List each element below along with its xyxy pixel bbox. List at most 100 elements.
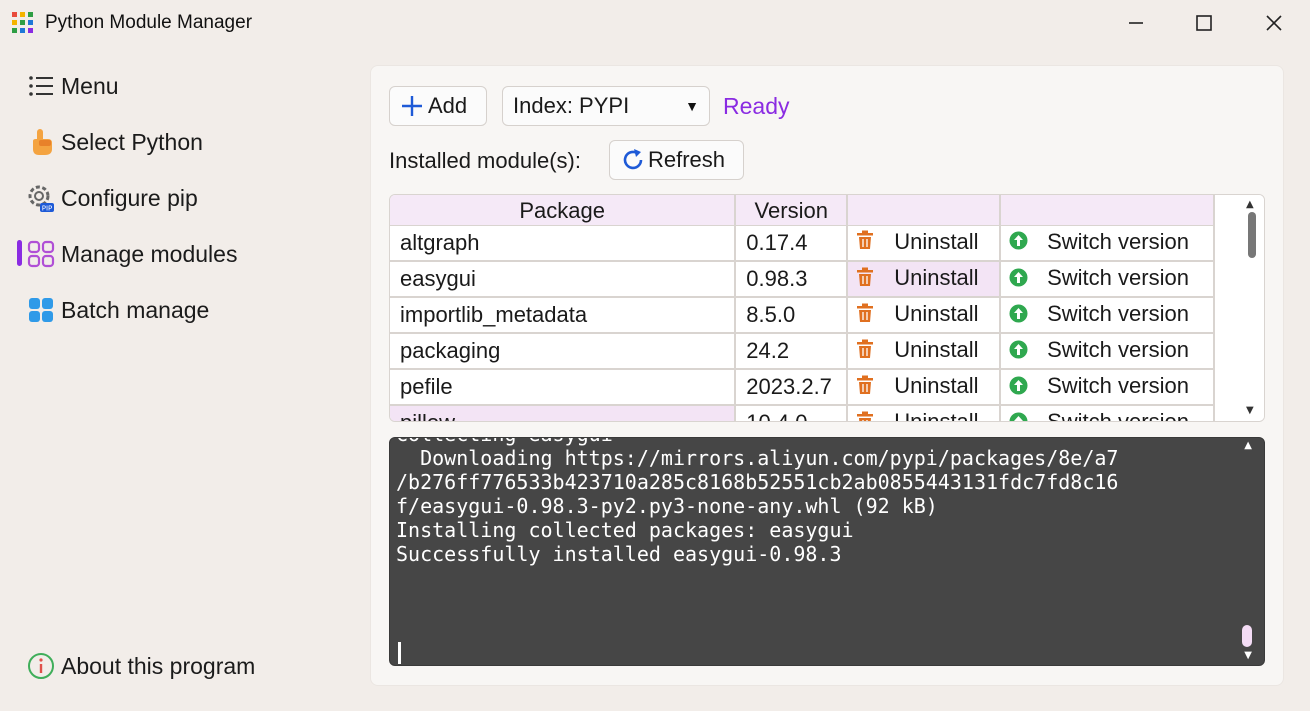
switch-version-button[interactable]: Switch version [1000,225,1215,262]
scroll-up-arrow-icon[interactable]: ▲ [1246,199,1254,210]
cell-package[interactable]: pillow [390,405,737,421]
app-logo-icon [12,12,33,33]
cell-package[interactable]: importlib_metadata [390,297,737,334]
sidebar-item-configure-pip[interactable]: PIP Configure pip [26,178,198,218]
add-button[interactable]: Add [389,86,487,126]
sidebar-item-label: Manage modules [61,240,238,267]
switch-version-button[interactable]: Switch version [1000,297,1215,334]
switch-version-button[interactable]: Switch version [1000,405,1215,421]
index-select[interactable]: Index: PYPI ▼ [502,86,710,126]
trash-icon [856,411,874,421]
switch-version-button[interactable]: Switch version [1000,333,1215,370]
maximize-button[interactable] [1170,0,1238,46]
refresh-button-label: Refresh [648,147,726,172]
output-console[interactable]: Collecting easygui Downloading https://m… [389,437,1265,666]
uninstall-button[interactable]: Uninstall [847,333,1002,370]
table-row[interactable]: easygui 0.98.3 Uninstall Switch version [390,261,1215,298]
dropdown-arrow-icon: ▼ [685,98,699,114]
console-scroll-up-icon[interactable]: ▲ [1244,440,1252,451]
modules-table: Package Version altgraph 0.17.4 Uninstall S… [389,194,1265,422]
cell-version[interactable]: 24.2 [735,333,849,370]
sidebar-item-label: Select Python [61,128,203,155]
index-select-value: Index: PYPI [513,93,630,118]
uninstall-button[interactable]: Uninstall [847,369,1002,406]
uninstall-label: Uninstall [894,229,979,255]
sidebar-item-batch-manage[interactable]: Batch manage [26,290,209,330]
column-header-uninstall [847,195,1002,226]
table-row[interactable]: pefile 2023.2.7 Uninstall Switch version [390,369,1215,406]
maximize-icon [1196,15,1212,31]
column-header-package[interactable]: Package [390,195,737,226]
title-bar: Python Module Manager [0,0,1310,46]
scroll-down-arrow-icon[interactable]: ▼ [1246,405,1254,416]
upgrade-arrow-icon [1009,375,1028,401]
uninstall-label: Uninstall [894,409,979,422]
cell-package[interactable]: pefile [390,369,737,406]
gear-pip-icon: PIP [26,183,56,213]
console-scroll-down-icon[interactable]: ▼ [1244,650,1252,661]
cell-version[interactable]: 2023.2.7 [735,369,849,406]
info-circle-icon [26,651,56,681]
sidebar-item-label: Configure pip [61,184,198,211]
sidebar-item-about[interactable]: About this program [26,646,255,686]
minimize-button[interactable] [1102,0,1170,46]
table-row[interactable]: pillow10.4.0 Uninstall Switch version [390,405,1215,422]
cell-package[interactable]: easygui [390,261,737,298]
table-row[interactable]: altgraph 0.17.4 Uninstall Switch version [390,225,1215,262]
trash-icon [856,303,874,329]
uninstall-button[interactable]: Uninstall [847,261,1002,298]
uninstall-label: Uninstall [894,301,979,327]
installed-modules-label: Installed module(s): [389,148,581,173]
cell-package[interactable]: altgraph [390,225,737,262]
trash-icon [856,230,874,256]
switch-version-button[interactable]: Switch version [1000,369,1215,406]
cell-package[interactable]: packaging [390,333,737,370]
trash-icon [856,375,874,401]
cell-version[interactable]: 0.98.3 [735,261,849,298]
uninstall-label: Uninstall [894,373,979,399]
trash-icon [856,339,874,365]
column-header-switch [1000,195,1215,226]
uninstall-label: Uninstall [894,337,979,363]
table-row[interactable]: packaging 24.2 Uninstall Switch version [390,333,1215,370]
refresh-icon [623,149,643,170]
uninstall-button[interactable]: Uninstall [847,297,1002,334]
sidebar-item-menu[interactable]: Menu [26,66,119,106]
add-button-label: Add [428,93,468,118]
column-header-version[interactable]: Version [735,195,849,226]
console-scrollbar-thumb[interactable] [1242,625,1252,647]
sidebar-item-label: About this program [61,652,256,679]
switch-version-button[interactable]: Switch version [1000,261,1215,298]
upgrade-arrow-icon [1009,267,1028,293]
uninstall-button[interactable]: Uninstall [847,405,1002,422]
upgrade-arrow-icon [1009,411,1028,421]
cell-version[interactable]: 10.4.0 [735,405,849,421]
svg-text:PIP: PIP [42,205,53,213]
table-scrollbar-thumb[interactable] [1248,212,1256,258]
table-scrollbar[interactable]: ▲ ▼ [1238,195,1264,421]
sidebar-item-manage-modules[interactable]: Manage modules [26,234,237,274]
sidebar-item-select-python[interactable]: Select Python [26,122,203,162]
uninstall-label: Uninstall [894,265,979,291]
active-indicator [17,240,22,266]
pointing-hand-icon [26,127,56,157]
close-button[interactable] [1240,0,1308,46]
batch-grid-icon [26,295,56,325]
switch-version-label: Switch version [1047,373,1189,399]
sidebar-item-label: Batch manage [61,296,210,323]
menu-list-icon [26,71,56,101]
console-output-text: Collecting easygui Downloading https://m… [396,438,1119,566]
refresh-button[interactable]: Refresh [609,140,744,180]
switch-version-label: Switch version [1047,301,1189,327]
switch-version-label: Switch version [1047,265,1189,291]
table-header-row: Package Version [390,195,1215,226]
upgrade-arrow-icon [1009,303,1028,329]
sidebar-item-label: Menu [61,72,119,99]
table-row[interactable]: importlib_metadata 8.5.0 Uninstall Switch v… [390,297,1215,334]
cell-version[interactable]: 0.17.4 [735,225,849,262]
uninstall-button[interactable]: Uninstall [847,225,1002,262]
text-cursor [398,642,401,664]
modules-grid-icon [26,239,56,269]
cell-version[interactable]: 8.5.0 [735,297,849,334]
minimize-icon [1129,22,1143,24]
